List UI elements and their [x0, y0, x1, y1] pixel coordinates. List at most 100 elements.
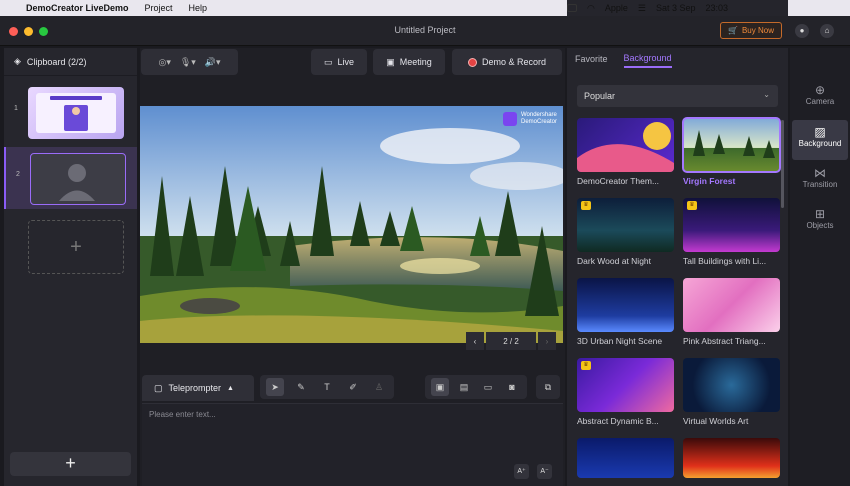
layout-switch-group: ⧉ [536, 375, 560, 399]
camera-icon: ⊕ [814, 83, 826, 97]
premium-crown-icon: ♛ [687, 201, 697, 210]
layout-side-icon[interactable]: ▤ [455, 378, 473, 396]
layout-camera-icon[interactable]: ◙ [503, 378, 521, 396]
background-card-dark-wood-at-night[interactable]: ♛ Dark Wood at Night [577, 198, 674, 266]
camera-off-icon[interactable]: ◎▾ [158, 57, 170, 68]
right-side-rail: ⊕ Camera ▨ Background ⋈ Transition ⊞ Obj… [790, 48, 850, 486]
previous-scene-button[interactable]: ‹ [466, 332, 484, 350]
background-label: Virtual Worlds Art [683, 416, 749, 426]
layout-switch-icon[interactable]: ⧉ [539, 378, 557, 396]
background-thumbnail [577, 118, 674, 172]
live-button[interactable]: ▭ Live [311, 49, 367, 75]
library-scrollbar[interactable] [781, 120, 784, 208]
decrease-font-button[interactable]: A⁻ [537, 464, 552, 479]
macos-menubar: DemoCreator LiveDemo Project Help ◠ Appl… [0, 0, 850, 16]
background-label: Dark Wood at Night [577, 256, 652, 266]
account-icon[interactable]: ● [795, 24, 809, 38]
watermark-line-1: Wondershare [520, 112, 557, 118]
background-card-3d-urban-night[interactable]: 3D Urban Night Scene [577, 278, 674, 346]
background-card-tall-buildings[interactable]: ♛ Tall Buildings with Li... [683, 198, 780, 266]
background-card-blue-partial[interactable] [577, 438, 674, 478]
clipboard-item-number: 1 [14, 105, 18, 112]
clipboard-item-2[interactable]: 2 [4, 147, 137, 209]
background-card-virgin-forest[interactable]: Virgin Forest [682, 117, 781, 186]
increase-font-button[interactable]: A⁺ [514, 464, 529, 479]
layout-pip-icon[interactable]: ▣ [431, 378, 449, 396]
scene-1-preview-graphic [36, 93, 116, 133]
scene-thumbnail-2[interactable] [30, 153, 126, 205]
menu-app-name[interactable]: DemoCreator LiveDemo [26, 3, 129, 13]
tab-background[interactable]: Background [623, 53, 672, 68]
microphone-icon[interactable]: 🎙▾ [180, 57, 196, 68]
preview-canvas[interactable]: Wondershare DemoCreator [140, 106, 563, 343]
background-thumbnail [577, 438, 674, 478]
menubar-date[interactable]: Sat 3 Sep [656, 3, 696, 13]
theme-graphic [577, 122, 674, 172]
rail-item-background[interactable]: ▨ Background [792, 120, 848, 160]
meeting-button[interactable]: ▣ Meeting [373, 49, 445, 75]
teleprompter-text-area[interactable]: Please enter text... A⁺ A⁻ [142, 403, 563, 486]
capture-toolbar: ◎▾ 🎙▾ 🔊▾ ▭ Live ▣ Meeting Demo & Record [140, 48, 565, 78]
menu-help[interactable]: Help [189, 3, 208, 13]
next-scene-button[interactable]: › [538, 332, 556, 350]
teleprompter-placeholder: Please enter text... [149, 410, 216, 419]
background-label: Pink Abstract Triang... [683, 336, 766, 346]
menubar-time[interactable]: 23:03 [706, 3, 729, 13]
help-center-icon[interactable]: ⌂ [820, 24, 834, 38]
clipboard-item-1[interactable]: 1 [4, 81, 137, 143]
menu-project[interactable]: Project [145, 3, 173, 13]
teleprompter-icon: ▢ [154, 382, 163, 393]
buy-now-button[interactable]: 🛒 Buy Now [720, 22, 782, 39]
category-dropdown[interactable]: Popular ⌄ [577, 85, 778, 107]
caret-up-icon: ▲ [227, 384, 234, 392]
pen-icon[interactable]: ✎ [292, 378, 310, 396]
layout-screen-icon[interactable]: ▭ [479, 378, 497, 396]
library-tabs: Favorite Background [567, 48, 788, 72]
background-card-virtual-worlds[interactable]: Virtual Worlds Art [683, 358, 780, 426]
scene-thumbnail-1[interactable] [28, 87, 124, 139]
teleprompter-toggle[interactable]: ▢ Teleprompter ▲ [142, 375, 254, 401]
background-card-democreator-theme[interactable]: DemoCreator Them... [577, 118, 674, 186]
forest-graphic [693, 130, 775, 158]
rail-item-camera[interactable]: ⊕ Camera [792, 78, 848, 118]
clipboard-header: ◈ Clipboard (2/2) [4, 48, 137, 76]
clipboard-panel: ◈ Clipboard (2/2) 1 2 + + [4, 48, 137, 486]
rail-item-objects[interactable]: ⊞ Objects [792, 202, 848, 242]
demo-record-label: Demo & Record [481, 57, 547, 67]
add-scene-button[interactable]: + [10, 452, 131, 476]
background-card-pink-abstract[interactable]: Pink Abstract Triang... [683, 278, 780, 346]
scene-page-indicator: 2 / 2 [486, 332, 536, 350]
tab-favorite[interactable]: Favorite [575, 54, 608, 67]
live-label: Live [337, 57, 355, 67]
meeting-label: Meeting [399, 57, 432, 67]
edit-note-icon[interactable]: ✐ [344, 378, 362, 396]
speaker-icon[interactable]: 🔊▾ [205, 57, 221, 68]
avatar-placeholder-icon [59, 164, 95, 201]
background-thumbnail [682, 117, 781, 173]
background-card-abstract-dynamic[interactable]: ♛ Abstract Dynamic B... [577, 358, 674, 426]
rail-label: Transition [802, 180, 838, 189]
teleprompter-label: Teleprompter [168, 383, 222, 393]
scene-pager: ‹ 2 / 2 › [466, 332, 556, 350]
clipboard-title: Clipboard (2/2) [26, 56, 87, 67]
add-scene-placeholder[interactable]: + [28, 220, 124, 274]
apple-menu-label[interactable]: Apple [605, 3, 628, 13]
text-box-icon[interactable]: T [318, 378, 336, 396]
background-library-panel: Favorite Background Popular ⌄ DemoCreato… [567, 48, 788, 486]
battery-icon[interactable] [567, 4, 577, 12]
wifi-icon[interactable]: ◠ [587, 3, 595, 14]
rail-item-transition[interactable]: ⋈ Transition [792, 161, 848, 201]
background-thumbnail [683, 358, 780, 412]
demo-record-button[interactable]: Demo & Record [452, 49, 562, 75]
editor-toolbar: ▢ Teleprompter ▲ ➤ ✎ T ✐ ♙ ▣ ▤ ▭ ◙ ⧉ [140, 373, 565, 403]
stamp-icon[interactable]: ♙ [370, 378, 388, 396]
transition-icon: ⋈ [814, 166, 826, 180]
select-cursor-icon[interactable]: ➤ [266, 378, 284, 396]
background-card-sunset-partial[interactable] [683, 438, 780, 478]
background-thumbnail [577, 278, 674, 332]
control-center-icon[interactable]: ☰ [638, 3, 646, 14]
objects-icon: ⊞ [814, 207, 826, 221]
rail-label: Objects [806, 221, 834, 230]
buy-now-label: Buy Now [741, 26, 774, 35]
rail-label: Background [798, 139, 842, 148]
